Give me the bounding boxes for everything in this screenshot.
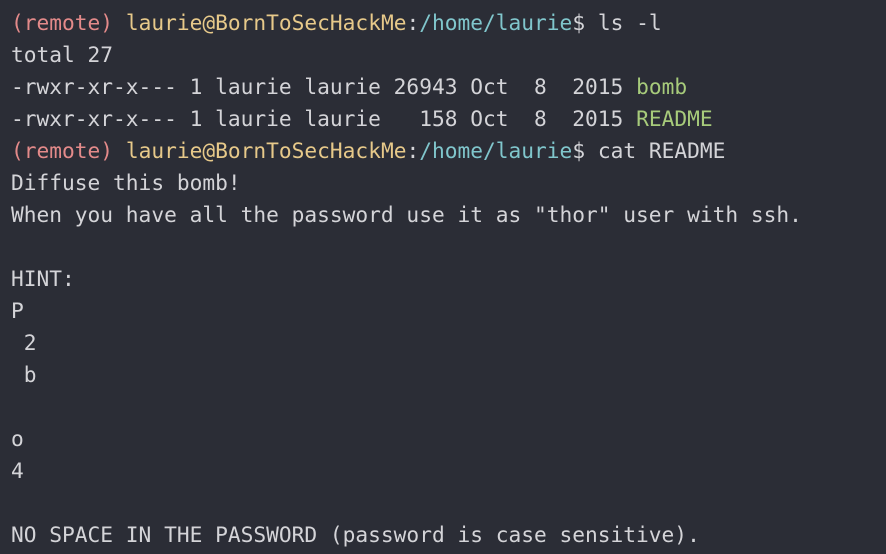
terminal-window[interactable]: (remote) laurie@BornToSecHackMe:/home/la… [0, 0, 886, 554]
file-name: bomb [636, 74, 688, 99]
command-text: cat README [597, 138, 726, 163]
prompt-separator: : [406, 138, 420, 163]
file-name: README [636, 106, 713, 131]
file-meta: -rwxr-xr-x--- 1 laurie laurie 158 Oct 8 … [11, 106, 624, 131]
remote-tag: (remote) [11, 138, 114, 163]
command-text: ls -l [597, 10, 662, 35]
prompt-line: (remote) laurie@BornToSecHackMe:/home/la… [11, 135, 886, 167]
output-line: When you have all the password use it as… [11, 202, 802, 227]
file-listing-row: -rwxr-xr-x--- 1 laurie laurie 158 Oct 8 … [11, 103, 886, 135]
current-path: /home/laurie [419, 10, 573, 35]
prompt-line: (remote) laurie@BornToSecHackMe:/home/la… [11, 7, 886, 39]
current-path: /home/laurie [419, 138, 573, 163]
file-listing-row: -rwxr-xr-x--- 1 laurie laurie 26943 Oct … [11, 71, 886, 103]
output-line: NO SPACE IN THE PASSWORD (password is ca… [11, 522, 700, 547]
user-host: laurie@BornToSecHackMe [125, 138, 407, 163]
user-host: laurie@BornToSecHackMe [125, 10, 407, 35]
output-line: HINT: [11, 266, 75, 291]
prompt-separator: : [406, 10, 420, 35]
file-meta: -rwxr-xr-x--- 1 laurie laurie 26943 Oct … [11, 74, 624, 99]
output-line: total 27 [11, 42, 114, 67]
output-line: Diffuse this bomb! [11, 170, 241, 195]
remote-tag: (remote) [11, 10, 114, 35]
output-line: 4 [11, 458, 24, 483]
output-line: 2 [11, 330, 37, 355]
prompt-symbol: $ [572, 138, 586, 163]
output-line: o [11, 426, 24, 451]
output-line: P [11, 298, 24, 323]
prompt-symbol: $ [572, 10, 586, 35]
output-line: b [11, 362, 37, 387]
